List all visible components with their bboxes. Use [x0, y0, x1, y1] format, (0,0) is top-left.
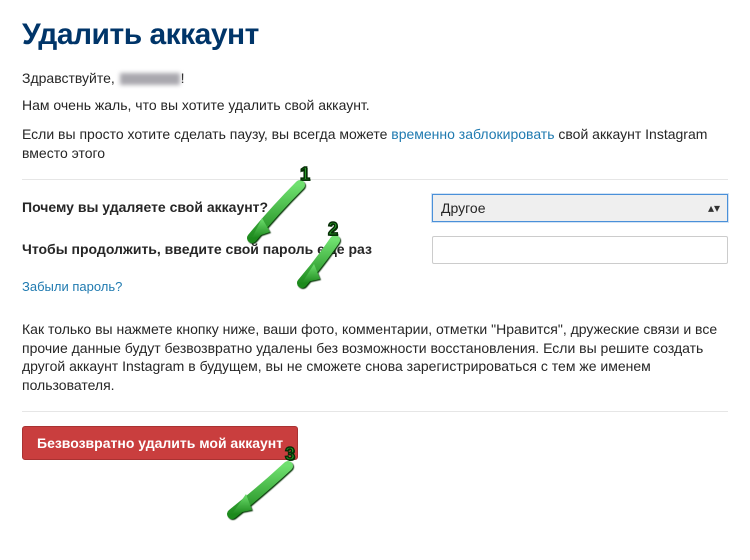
reason-row: Почему вы удаляете свой аккаунт? Другое …	[22, 194, 728, 222]
reason-label: Почему вы удаляете свой аккаунт?	[22, 199, 432, 217]
sorry-text: Нам очень жаль, что вы хотите удалить св…	[22, 96, 728, 115]
annotation-number-1: 1	[300, 164, 310, 185]
password-row: Чтобы продолжить, введите свой пароль ещ…	[22, 236, 728, 264]
greeting-line: Здравствуйте, !	[22, 70, 728, 86]
reason-select-wrap: Другое ▴▾	[432, 194, 728, 222]
divider-bottom	[22, 411, 728, 412]
pause-text: Если вы просто хотите сделать паузу, вы …	[22, 125, 728, 163]
greeting-prefix: Здравствуйте,	[22, 70, 115, 86]
forgot-password-link[interactable]: Забыли пароль?	[22, 279, 122, 294]
username-redacted	[120, 73, 180, 85]
page-title: Удалить аккаунт	[22, 18, 728, 52]
password-label: Чтобы продолжить, введите свой пароль ещ…	[22, 241, 432, 259]
password-input[interactable]	[432, 236, 728, 264]
temporarily-disable-link[interactable]: временно заблокировать	[391, 126, 554, 142]
permanently-delete-button[interactable]: Безвозвратно удалить мой аккаунт	[22, 426, 298, 460]
reason-select[interactable]: Другое	[432, 194, 728, 222]
divider-top	[22, 179, 728, 180]
greeting-suffix: !	[181, 70, 185, 86]
pause-before: Если вы просто хотите сделать паузу, вы …	[22, 126, 391, 142]
warning-text: Как только вы нажмете кнопку ниже, ваши …	[22, 320, 728, 396]
